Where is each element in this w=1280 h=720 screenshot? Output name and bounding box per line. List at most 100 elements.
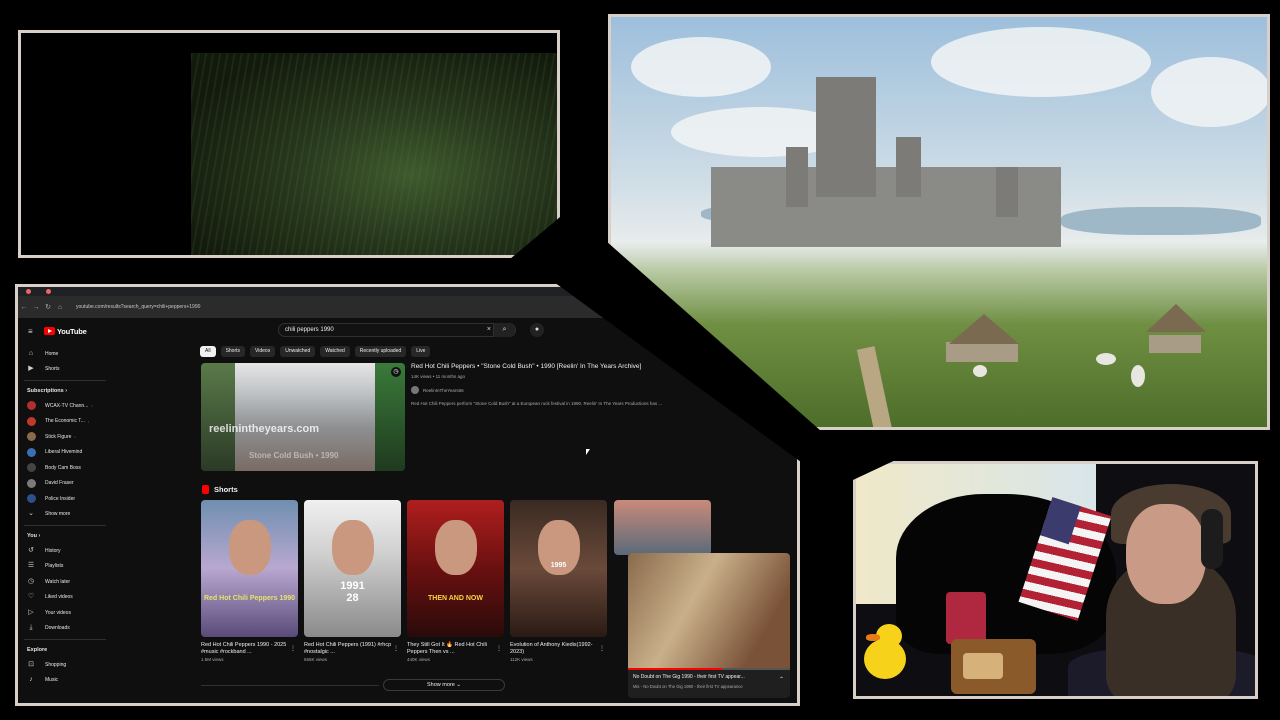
playlists-icon: ☰ <box>27 562 35 570</box>
chip-unwatched[interactable]: Unwatched <box>280 346 316 357</box>
search-input[interactable]: chili peppers 1990 × ⌕ <box>278 323 516 337</box>
show-more-button[interactable]: Show more ⌄ <box>383 679 505 691</box>
channel-name[interactable]: ReelinInTheYears66 <box>423 388 464 393</box>
video-title[interactable]: Red Hot Chili Peppers • "Stone Cold Bush… <box>411 363 681 370</box>
short-thumbnail[interactable]: 1995 <box>510 500 607 637</box>
miniplayer-progress[interactable] <box>628 668 790 670</box>
sidebar-subscription[interactable]: The Economic T... • <box>24 414 124 430</box>
sidebar-subscription[interactable]: Stick Figure • <box>24 429 124 445</box>
channel-avatar <box>27 494 36 504</box>
sidebar-item-home[interactable]: ⌂ Home <box>24 346 124 362</box>
more-options-icon[interactable]: ⋮ <box>393 645 399 652</box>
tab-indicator-icon <box>46 289 51 294</box>
short-views: 655K views <box>304 657 328 662</box>
sidebar-show-more[interactable]: ⌄ Show more <box>24 507 124 523</box>
sidebar-subscription[interactable]: David Fraser <box>24 476 124 492</box>
sidebar-item-your-videos[interactable]: ▷ Your videos <box>24 605 124 621</box>
short-title[interactable]: They Still Got It 🔥 Red Hot Chili Pepper… <box>407 642 495 656</box>
thumbnail-overlay-text: THEN AND NOW <box>428 595 483 602</box>
clear-search-icon[interactable]: × <box>487 324 491 336</box>
cloud <box>931 27 1151 97</box>
short-card[interactable]: Red Hot Chili Peppers 1990 Red Hot Chili … <box>201 500 298 662</box>
channel-avatar[interactable] <box>411 386 419 394</box>
search-query[interactable]: chili peppers 1990 <box>285 327 334 333</box>
radio-dial <box>963 653 1003 679</box>
short-title[interactable]: Red Hot Chili Peppers (1991) #rhcp #nost… <box>304 642 392 656</box>
chevron-up-icon[interactable]: ⌃ <box>779 676 784 683</box>
chip-shorts[interactable]: Shorts <box>220 346 246 357</box>
search-icon[interactable]: ⌕ <box>493 323 515 337</box>
miniplayer-progress-fill <box>628 668 722 670</box>
short-thumbnail-partial[interactable] <box>614 500 711 555</box>
url-text[interactable]: youtube.com/results?search_query=chili+p… <box>76 304 200 310</box>
lake <box>1061 207 1261 235</box>
sidebar-item-playlists[interactable]: ☰ Playlists <box>24 559 124 575</box>
sidebar-item-label: Liked videos <box>45 594 73 601</box>
chip-recently-uploaded[interactable]: Recently uploaded <box>354 346 407 357</box>
channel-avatar <box>27 432 36 442</box>
miniplayer-video[interactable] <box>628 553 790 668</box>
reload-icon[interactable]: ↻ <box>42 303 54 311</box>
sidebar-item-liked-videos[interactable]: ♡ Liked videos <box>24 590 124 606</box>
sidebar-item-shorts[interactable]: ▶ Shorts <box>24 362 124 378</box>
chip-all[interactable]: All <box>200 346 216 357</box>
filter-chips: All Shorts Videos Unwatched Watched Recently … <box>200 346 431 357</box>
channel-avatar <box>27 416 36 426</box>
sidebar-subscription[interactable]: Police Insider <box>24 491 124 507</box>
short-card[interactable]: 1995 Evolution of Anthony Kiedis(1992-202… <box>510 500 607 662</box>
chip-watched[interactable]: Watched <box>320 346 350 357</box>
castle-landscape-panel <box>608 14 1270 430</box>
subscriptions-header[interactable]: Subscriptions › <box>24 384 124 398</box>
channel-avatar <box>27 463 36 473</box>
short-card[interactable]: THEN AND NOW They Still Got It 🔥 Red Hot … <box>407 500 504 662</box>
video-channel[interactable]: ReelinInTheYears66 <box>411 386 464 394</box>
youtube-logo[interactable]: YouTube <box>44 327 87 336</box>
cloud <box>631 37 771 97</box>
mic-icon[interactable]: ● <box>530 323 544 337</box>
streamer-face <box>1126 504 1206 604</box>
short-thumbnail[interactable]: THEN AND NOW <box>407 500 504 637</box>
subscription-label: The Economic T... <box>45 418 85 425</box>
sidebar-item-history[interactable]: ↺ History <box>24 543 124 559</box>
forward-icon[interactable]: → <box>30 304 42 311</box>
miniplayer[interactable]: No Doubt on The Gig 1990 - their first T… <box>628 553 790 698</box>
sidebar-item-shopping[interactable]: ⊡ Shopping <box>24 657 124 673</box>
tab-indicator-icon <box>26 289 31 294</box>
menu-icon[interactable]: ≡ <box>28 327 36 336</box>
thumbnail-watermark-subtitle: Stone Cold Bush • 1990 <box>249 451 339 460</box>
sidebar-item-music[interactable]: ♪ Music <box>24 673 124 689</box>
short-title[interactable]: Red Hot Chili Peppers 1990 - 2025 #music… <box>201 642 289 656</box>
youtube-play-icon <box>44 327 55 335</box>
sidebar-subscription[interactable]: Body Cam Boss <box>24 460 124 476</box>
divider <box>201 685 379 686</box>
short-thumbnail[interactable]: Red Hot Chili Peppers 1990 <box>201 500 298 637</box>
thumbnail-overlay-text: 1991 28 <box>340 580 365 604</box>
short-card[interactable]: 1991 28 Red Hot Chili Peppers (1991) #rhc… <box>304 500 401 662</box>
more-options-icon[interactable]: ⋮ <box>496 645 502 652</box>
short-thumbnail[interactable]: 1991 28 <box>304 500 401 637</box>
subscription-label: Stick Figure <box>45 433 72 440</box>
you-header[interactable]: You › <box>24 529 124 543</box>
sidebar-item-watch-later[interactable]: ◷ Watch later <box>24 574 124 590</box>
youtube-page: ≡ YouTube chili peppers 1990 × ⌕ ● ⌂ Home… <box>18 318 797 703</box>
hut-roof <box>949 314 1019 344</box>
more-options-icon[interactable]: ⋮ <box>290 645 296 652</box>
castle-tower <box>786 147 808 207</box>
live-dot-icon: • <box>91 403 93 409</box>
chevron-down-icon: ⌄ <box>28 510 34 518</box>
chip-videos[interactable]: Videos <box>250 346 276 357</box>
back-icon[interactable]: ← <box>18 304 30 311</box>
video-thumbnail[interactable]: reelinintheyears.com Stone Cold Bush • 1… <box>201 363 405 471</box>
downloads-icon: ⤓ <box>29 624 33 632</box>
home-icon[interactable]: ⌂ <box>54 304 66 311</box>
miniplayer-title[interactable]: No Doubt on The Gig 1990 - their first T… <box>633 674 773 680</box>
sidebar-subscription[interactable]: Liberal Hivemind <box>24 445 124 461</box>
more-options-icon[interactable]: ⋮ <box>599 645 605 652</box>
watch-later-icon[interactable]: ◷ <box>391 367 401 377</box>
vintage-radio <box>951 639 1036 694</box>
sidebar-item-downloads[interactable]: ⤓ Downloads <box>24 621 124 637</box>
chip-live[interactable]: Live <box>411 346 431 357</box>
sidebar-subscription[interactable]: WCAX-TV Chann... • <box>24 398 124 414</box>
thumbnail-face <box>229 520 271 575</box>
short-title[interactable]: Evolution of Anthony Kiedis(1992-2023) <box>510 642 598 656</box>
